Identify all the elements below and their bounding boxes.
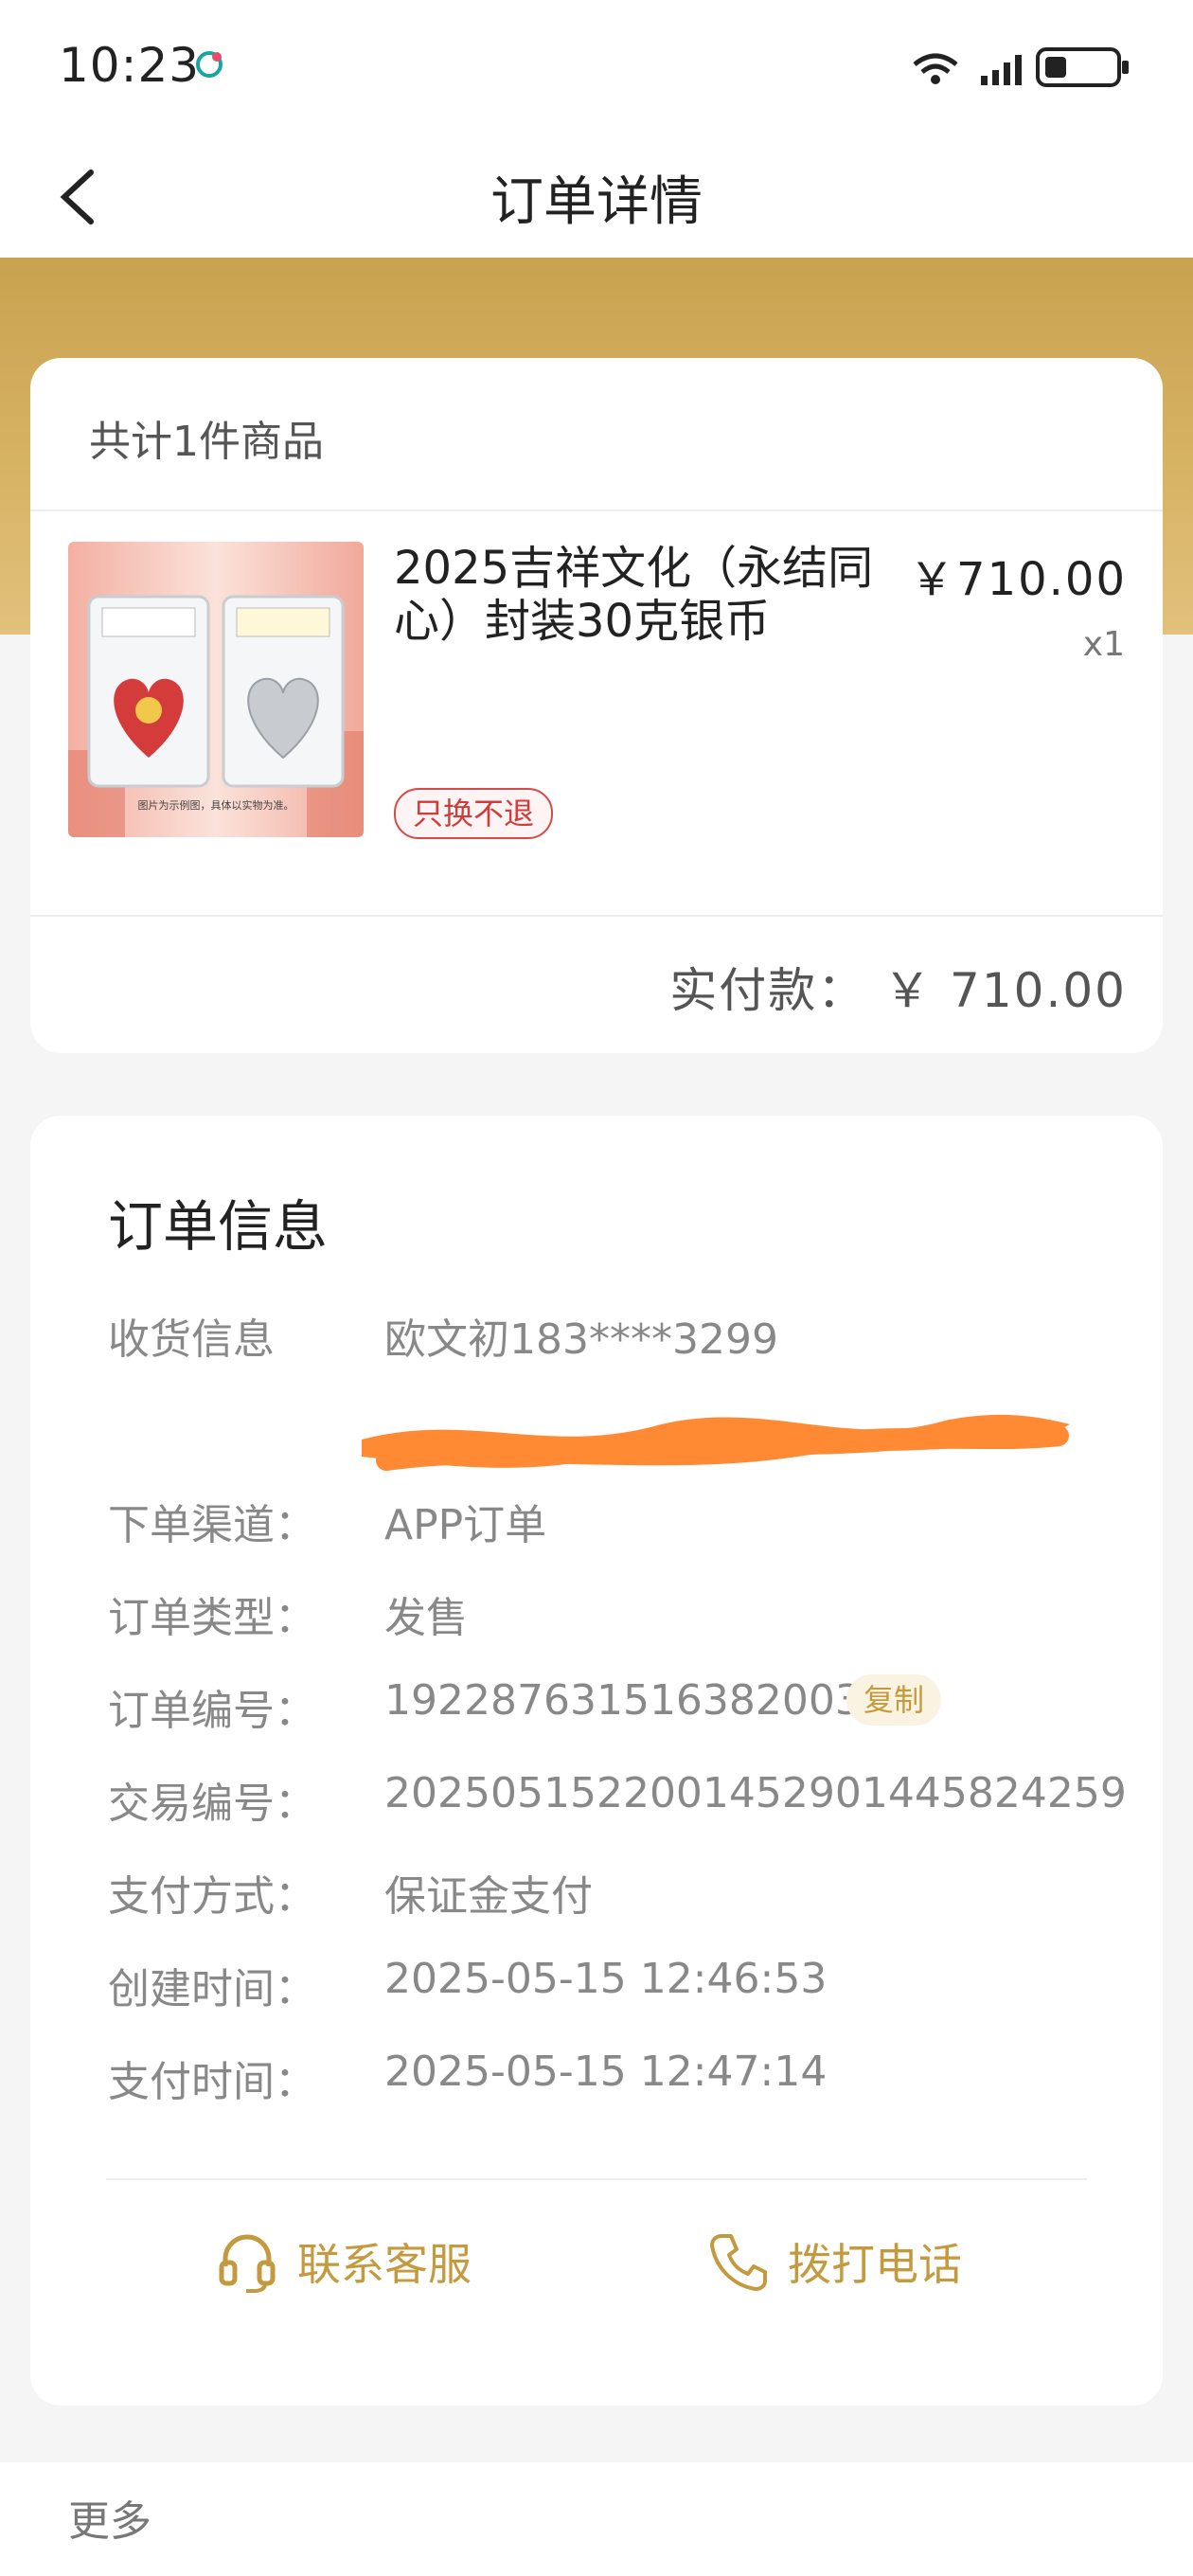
divider [106, 2178, 1087, 2180]
paid-amount: 实付款： ￥ 710.00 [669, 953, 1127, 1021]
paid-label: 实付款： [669, 963, 867, 1018]
no-return-tag: 只换不退 [394, 788, 554, 839]
status-icons [907, 44, 1134, 91]
channel-label: 下单渠道： [108, 1501, 316, 1549]
image-caption: 图片为示例图，具体以实物为准。 [138, 798, 294, 812]
status-time: 10:23 [59, 38, 201, 93]
order-type-label: 订单类型： [108, 1594, 316, 1642]
contact-service-button[interactable]: 联系客服 [218, 2214, 472, 2309]
signal-wifi-battery-icon [913, 47, 1129, 87]
more-label: 更多 [68, 2497, 151, 2546]
more-section[interactable]: 更多 [0, 2462, 1193, 2576]
order-info-title: 订单信息 [108, 1194, 329, 1259]
goods-card: 共计1件商品 图片为示例图，具体以实物为准。 2025吉祥文化（永结同心）封装3… [30, 358, 1163, 1053]
order-number-label: 订单编号： [108, 1687, 316, 1735]
headset-icon [219, 2234, 276, 2293]
pay-time-value: 2025-05-15 12:47:14 [384, 2048, 828, 2096]
channel-value: APP订单 [384, 1501, 547, 1549]
status-bar: 10:23 [0, 0, 1193, 133]
product-thumbnail[interactable]: 图片为示例图，具体以实物为准。 [68, 542, 364, 837]
nav-bar: 订单详情 [0, 133, 1193, 258]
create-time-label: 创建时间： [108, 1965, 316, 2013]
order-info-card: 订单信息 收货信息 欧文初183****3299 下单渠道： APP订单 订单类… [30, 1116, 1163, 2406]
divider [30, 510, 1163, 511]
receiver-value: 欧文初183****3299 [384, 1315, 778, 1364]
order-type-value: 发售 [384, 1594, 468, 1642]
product-quantity: x1 [1082, 625, 1125, 664]
contact-service-label: 联系客服 [297, 2239, 472, 2290]
receiver-label: 收货信息 [108, 1315, 275, 1364]
product-image: 图片为示例图，具体以实物为准。 [68, 542, 364, 837]
call-phone-button[interactable]: 拨打电话 [708, 2214, 962, 2309]
page-title: 订单详情 [490, 171, 703, 233]
paid-value: ￥ 710.00 [883, 963, 1127, 1018]
copy-button[interactable]: 复制 [846, 1674, 942, 1726]
trade-number-label: 交易编号： [108, 1780, 316, 1828]
divider [30, 915, 1163, 917]
phone-icon [710, 2234, 767, 2291]
carrier-icon [196, 51, 223, 78]
trade-number-value: 2025051522001452901445824259 [384, 1769, 1127, 1817]
pay-method-label: 支付方式： [108, 1872, 316, 1921]
product-price: ￥710.00 [909, 553, 1127, 606]
order-number-value: 1922876315163820033 [384, 1676, 888, 1725]
call-phone-label: 拨打电话 [788, 2239, 962, 2290]
pay-time-label: 支付时间： [108, 2058, 316, 2106]
goods-count: 共计1件商品 [89, 418, 324, 466]
pay-method-value: 保证金支付 [384, 1872, 593, 1921]
create-time-value: 2025-05-15 12:46:53 [384, 1955, 828, 2003]
product-name[interactable]: 2025吉祥文化（永结同心）封装30克银币 [394, 542, 886, 648]
